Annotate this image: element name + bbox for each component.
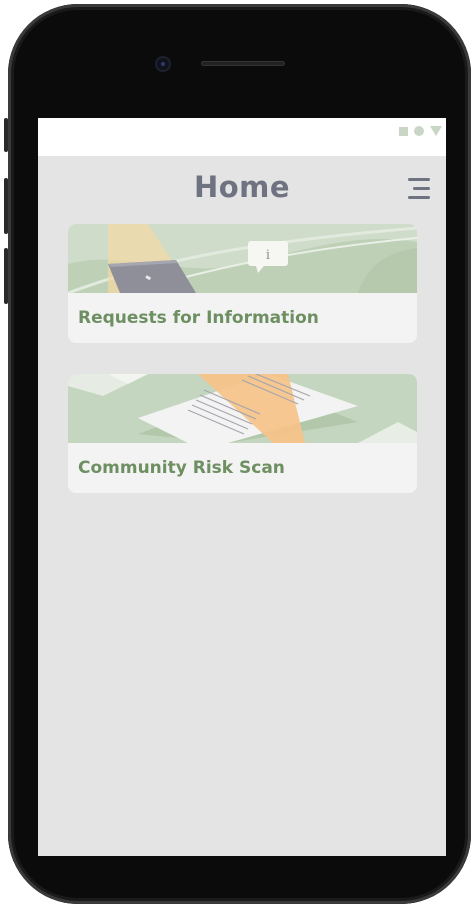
card-label-risk-scan: Community Risk Scan [78,458,285,478]
silent-switch [4,118,8,152]
requests-illustration: i [68,224,417,293]
front-camera [157,58,169,70]
earpiece-speaker [201,61,285,66]
square-status-icon [399,126,408,136]
app-header: Home [38,156,446,224]
volume-down-button [4,248,8,304]
circle-status-icon [414,126,424,136]
status-bar [38,118,446,156]
app-screen: Home i Requests for Information Communit… [38,118,446,856]
card-community-risk-scan[interactable]: Community Risk Scan [68,374,417,493]
status-icons [399,126,442,136]
risk-scan-illustration [68,374,417,443]
hamburger-menu-icon[interactable] [404,178,430,200]
signal-icon [430,126,442,136]
page-title: Home [193,170,291,204]
volume-up-button [4,178,8,234]
svg-text:i: i [266,248,270,263]
card-label-requests: Requests for Information [78,308,319,328]
card-requests-for-information[interactable]: i Requests for Information [68,224,417,343]
phone-frame: Home i Requests for Information Communit… [0,0,475,904]
